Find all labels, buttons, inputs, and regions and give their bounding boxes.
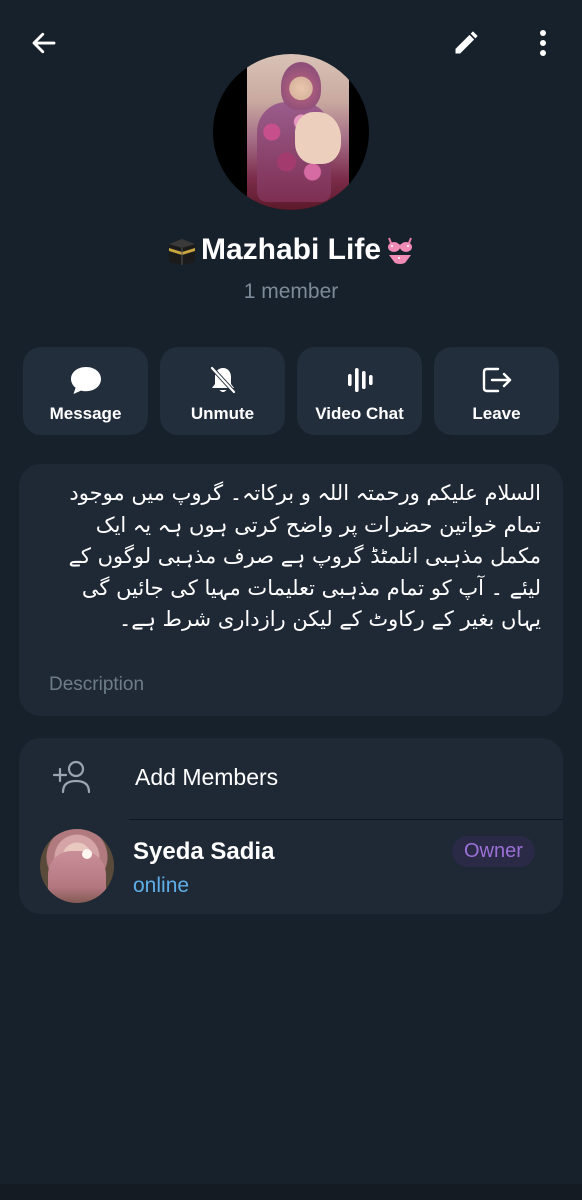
edit-button[interactable] xyxy=(442,19,490,67)
unmute-button[interactable]: Unmute xyxy=(160,347,285,435)
bottom-edge xyxy=(0,1184,582,1200)
back-button[interactable] xyxy=(20,19,68,67)
description-card: السلام علیکم ورحمتہ اللہ و برکاتہ۔ گروپ … xyxy=(19,464,563,716)
video-chat-button-label: Video Chat xyxy=(315,404,404,423)
message-button[interactable]: Message xyxy=(23,347,148,435)
add-person-icon xyxy=(52,760,91,794)
bell-off-icon xyxy=(205,362,241,398)
pencil-icon xyxy=(455,31,478,54)
member-count: 1 member xyxy=(243,280,339,303)
members-card: Add Members Syeda Sadia online Owner xyxy=(19,738,563,914)
member-status: online xyxy=(133,874,190,897)
group-avatar[interactable] xyxy=(213,54,369,210)
description-label: Description xyxy=(49,674,145,695)
more-options-button[interactable] xyxy=(519,19,567,67)
leave-button[interactable]: Leave xyxy=(434,347,559,435)
group-avatar-photo xyxy=(247,54,349,210)
owner-badge: Owner xyxy=(452,836,535,867)
more-vertical-icon xyxy=(540,30,546,56)
message-button-label: Message xyxy=(49,404,122,423)
video-chat-button[interactable]: Video Chat xyxy=(297,347,422,435)
member-name: Syeda Sadia xyxy=(133,838,275,865)
add-members-label: Add Members xyxy=(135,764,279,790)
group-title: Mazhabi Life xyxy=(0,233,582,267)
description-text: السلام علیکم ورحمتہ اللہ و برکاتہ۔ گروپ … xyxy=(68,481,541,631)
kaaba-emoji-icon xyxy=(165,234,199,266)
action-buttons: Message Unmute Video Chat Leave xyxy=(23,347,559,435)
member-row[interactable]: Syeda Sadia online Owner xyxy=(19,820,563,914)
arrow-left-icon xyxy=(32,32,56,54)
bikini-emoji-icon xyxy=(383,234,417,266)
group-title-text: Mazhabi Life xyxy=(200,233,381,266)
add-members-button[interactable]: Add Members xyxy=(19,738,563,818)
voice-bars-icon xyxy=(342,362,378,398)
leave-button-label: Leave xyxy=(472,404,521,423)
logout-icon xyxy=(479,362,515,398)
member-avatar xyxy=(40,829,114,903)
unmute-button-label: Unmute xyxy=(190,404,255,423)
message-bubble-icon xyxy=(68,362,104,398)
